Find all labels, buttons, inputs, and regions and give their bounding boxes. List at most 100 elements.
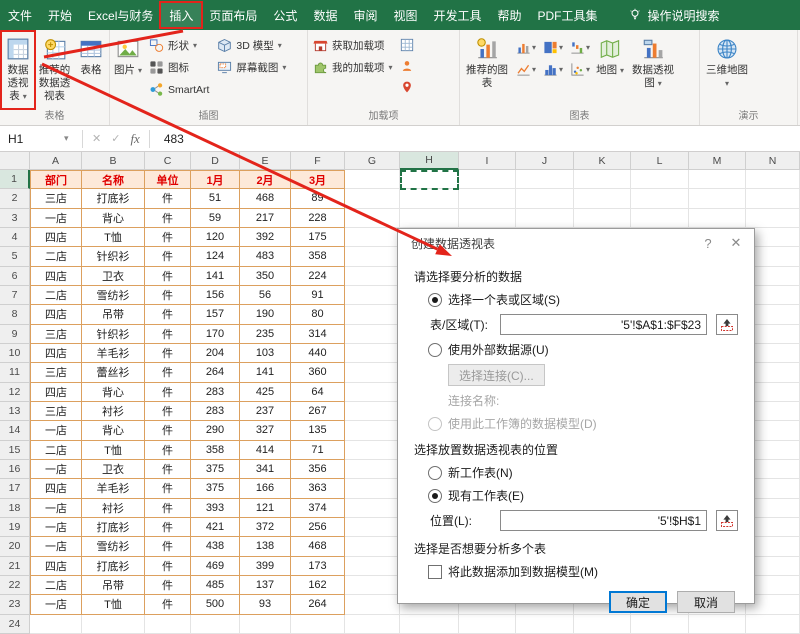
row-header-7[interactable]: 7 [0, 286, 30, 305]
name-box[interactable]: H1 [0, 126, 64, 151]
row-header-13[interactable]: 13 [0, 402, 30, 421]
ribbon-button-获取加载项[interactable]: 获取加载项 [310, 36, 396, 55]
cell-G21[interactable] [345, 557, 400, 576]
cell-E5[interactable]: 483 [240, 247, 291, 266]
cell-C10[interactable]: 件 [145, 344, 191, 363]
cell-E23[interactable]: 93 [240, 595, 291, 614]
cell-F23[interactable]: 264 [291, 595, 345, 614]
cell-D3[interactable]: 59 [191, 209, 240, 228]
cell-E7[interactable]: 56 [240, 286, 291, 305]
ribbon-addin-minigrid[interactable] [398, 36, 416, 53]
cell-C14[interactable]: 件 [145, 421, 191, 440]
cell-B14[interactable]: 背心 [82, 421, 145, 440]
ribbon-button-SmartArt[interactable]: SmartArt [146, 80, 212, 99]
cell-E3[interactable]: 217 [240, 209, 291, 228]
cell-G17[interactable] [345, 479, 400, 498]
cell-C24[interactable] [145, 615, 191, 634]
cell-A7[interactable]: 二店 [30, 286, 82, 305]
cell-I3[interactable] [459, 209, 516, 228]
menu-tab-审阅[interactable]: 审阅 [345, 3, 385, 27]
cell-B8[interactable]: 吊带 [82, 305, 145, 324]
cell-F24[interactable] [291, 615, 345, 634]
row-header-8[interactable]: 8 [0, 305, 30, 324]
menu-tab-开始[interactable]: 开始 [40, 3, 80, 27]
column-header-F[interactable]: F [291, 152, 345, 170]
row-header-12[interactable]: 12 [0, 383, 30, 402]
cell-B17[interactable]: 羊毛衫 [82, 479, 145, 498]
cell-B18[interactable]: 衬衫 [82, 499, 145, 518]
cell-A12[interactable]: 四店 [30, 383, 82, 402]
cell-E2[interactable]: 468 [240, 189, 291, 208]
cell-D9[interactable]: 170 [191, 325, 240, 344]
cell-D4[interactable]: 120 [191, 228, 240, 247]
cell-L2[interactable] [631, 189, 689, 208]
dialog-close-button[interactable]: ✕ [722, 232, 750, 254]
cell-A11[interactable]: 三店 [30, 363, 82, 382]
cell-B1[interactable]: 名称 [82, 170, 145, 189]
cell-C16[interactable]: 件 [145, 460, 191, 479]
column-header-D[interactable]: D [191, 152, 240, 170]
cell-H3[interactable] [400, 209, 459, 228]
cell-H24[interactable] [400, 615, 459, 634]
cell-B9[interactable]: 针织衫 [82, 325, 145, 344]
cell-C7[interactable]: 件 [145, 286, 191, 305]
cell-E24[interactable] [240, 615, 291, 634]
cell-D2[interactable]: 51 [191, 189, 240, 208]
cell-C21[interactable]: 件 [145, 557, 191, 576]
cell-M1[interactable] [689, 170, 746, 189]
cell-A9[interactable]: 三店 [30, 325, 82, 344]
name-box-dropdown-icon[interactable]: ▾ [64, 133, 78, 144]
row-header-2[interactable]: 2 [0, 189, 30, 208]
ribbon-button-形状[interactable]: 形状▾ [146, 36, 212, 55]
row-header-6[interactable]: 6 [0, 267, 30, 286]
cell-B10[interactable]: 羊毛衫 [82, 344, 145, 363]
cell-G14[interactable] [345, 421, 400, 440]
ribbon-chart-statchart[interactable]: ▾ [541, 61, 565, 78]
cell-A10[interactable]: 四店 [30, 344, 82, 363]
dialog-titlebar[interactable]: 创建数据透视表 ? ✕ [398, 229, 754, 257]
cell-D24[interactable] [191, 615, 240, 634]
radio-external-source[interactable]: 使用外部数据源(U) [414, 341, 738, 358]
row-header-19[interactable]: 19 [0, 518, 30, 537]
cell-E18[interactable]: 121 [240, 499, 291, 518]
column-header-A[interactable]: A [30, 152, 82, 170]
cell-J2[interactable] [516, 189, 574, 208]
cancel-button[interactable]: 取消 [677, 591, 735, 613]
cell-A23[interactable]: 一店 [30, 595, 82, 614]
cell-F13[interactable]: 267 [291, 402, 345, 421]
cell-D20[interactable]: 438 [191, 537, 240, 556]
row-header-21[interactable]: 21 [0, 557, 30, 576]
cell-D12[interactable]: 283 [191, 383, 240, 402]
cell-A15[interactable]: 二店 [30, 441, 82, 460]
cell-A2[interactable]: 三店 [30, 189, 82, 208]
cell-K2[interactable] [574, 189, 631, 208]
column-header-H[interactable]: H [400, 152, 459, 170]
cell-D19[interactable]: 421 [191, 518, 240, 537]
cell-N1[interactable] [746, 170, 800, 189]
column-header-B[interactable]: B [82, 152, 145, 170]
ribbon-button-表格[interactable]: 表格 [75, 32, 107, 108]
cell-B7[interactable]: 雪纺衫 [82, 286, 145, 305]
cell-C8[interactable]: 件 [145, 305, 191, 324]
cell-E10[interactable]: 103 [240, 344, 291, 363]
row-header-5[interactable]: 5 [0, 247, 30, 266]
column-header-M[interactable]: M [689, 152, 746, 170]
ribbon-button-3D 模型[interactable]: 3D 模型▾ [214, 36, 289, 55]
cell-G13[interactable] [345, 402, 400, 421]
cell-B22[interactable]: 吊带 [82, 576, 145, 595]
cell-A20[interactable]: 一店 [30, 537, 82, 556]
cell-G7[interactable] [345, 286, 400, 305]
cell-C5[interactable]: 件 [145, 247, 191, 266]
cell-G2[interactable] [345, 189, 400, 208]
cell-B15[interactable]: T恤 [82, 441, 145, 460]
cell-C3[interactable]: 件 [145, 209, 191, 228]
cell-D21[interactable]: 469 [191, 557, 240, 576]
cell-M24[interactable] [689, 615, 746, 634]
row-header-16[interactable]: 16 [0, 460, 30, 479]
cell-G1[interactable] [345, 170, 400, 189]
cell-D10[interactable]: 204 [191, 344, 240, 363]
cell-G4[interactable] [345, 228, 400, 247]
cell-J3[interactable] [516, 209, 574, 228]
cell-K1[interactable] [574, 170, 631, 189]
cell-G8[interactable] [345, 305, 400, 324]
